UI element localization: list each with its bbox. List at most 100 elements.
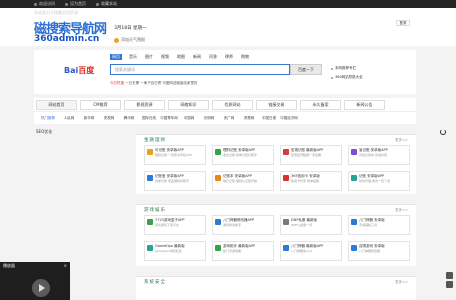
login-button[interactable]: 登录 — [396, 20, 410, 26]
sub-link[interactable]: 中国青年网 — [159, 116, 179, 121]
sub-link[interactable]: 腾讯网 — [119, 116, 139, 121]
app-icon — [283, 175, 289, 181]
sub-link[interactable]: 求是网 — [239, 116, 259, 121]
search-button[interactable]: 百度一下 — [290, 64, 322, 75]
app-card[interactable]: 7723游戏盒子APP 手机游戏下载平台 — [144, 215, 206, 235]
nav-item-home[interactable]: 网站首页 — [36, 99, 77, 110]
app-card[interactable]: 八门神器修改器APP 游戏修改助手 — [212, 215, 274, 235]
app-card[interactable]: GameKipo 最新版 gamekipo游戏社区 — [144, 241, 206, 261]
power-icon[interactable] — [440, 129, 446, 135]
app-icon — [215, 219, 221, 225]
app-icon — [351, 245, 357, 251]
app-card[interactable]: 可记账 安卓版APP 理财记账,一款安卓手机APP — [144, 145, 206, 165]
sub-link[interactable]: 新华网 — [79, 116, 99, 121]
back-to-top-icon[interactable] — [446, 272, 453, 279]
app-card[interactable]: 365信用卡 安卓版 信用卡管家 账单提醒 — [280, 171, 342, 191]
app-icon — [147, 175, 153, 181]
app-card[interactable]: 省记账 安卓版APP 省钱记账本,简洁好用 — [348, 145, 410, 165]
main-nav: 网站首页 CM推荐 影视资源 网络知识 优质网站 链接交易 永久备案 新闻公告 … — [34, 98, 416, 124]
tab-news[interactable]: 新闻 — [192, 54, 202, 60]
sub-link[interactable]: 中国经济网 — [279, 116, 299, 121]
nav-item-knowledge[interactable]: 网络知识 — [168, 99, 209, 110]
nav-item-cm[interactable]: CM推荐 — [80, 99, 121, 110]
section-0: 金融理财 更多>> 可记账 安卓版APP 理财记账,一款安卓手机APP 理财记账 安卓版… — [136, 134, 416, 194]
app-card[interactable]: DNF私服 最新版 DNF公益服一览 — [280, 215, 342, 235]
sub-link[interactable]: 光明网 — [199, 116, 219, 121]
section-title: 金融理财 — [144, 138, 166, 143]
sub-link[interactable]: 中国日报 — [259, 116, 279, 121]
share-icon[interactable] — [446, 281, 453, 288]
favorite-link[interactable]: 收藏本站 — [96, 1, 117, 7]
sub-link[interactable]: 央广网 — [219, 116, 239, 121]
app-card[interactable]: 八门神器 最新版APP 八门神器免root — [280, 241, 342, 261]
hot-searches: 今日热搜 一日夫妻 一辈子百日恩 可爱网站链接给家里的 — [110, 81, 197, 86]
app-card[interactable]: 记账宝 安卓版APP 简单记账 家庭理财好帮手 — [144, 171, 206, 191]
app-desc: 理财记账,一款安卓手机APP — [155, 153, 192, 157]
tab-shopping[interactable]: 购物 — [240, 54, 250, 60]
section-2: 系统安全 更多>> — [136, 276, 416, 300]
close-icon[interactable]: × — [64, 262, 67, 270]
app-card[interactable]: 记账本 安卓版APP 每日记账,理财从记账开始 — [212, 171, 274, 191]
app-icon — [283, 219, 289, 225]
nav-item-news[interactable]: 新闻公告 — [344, 99, 385, 110]
app-icon — [351, 175, 357, 181]
media-player: 播放器 × — [0, 262, 70, 300]
app-icon — [283, 245, 289, 251]
search-tabs: 网页 音乐 图片 视频 地图 新闻 问答 律师 购物 — [110, 54, 250, 60]
card-grid: 可记账 安卓版APP 理财记账,一款安卓手机APP 理财记账 安卓版APP 收支记账,… — [136, 145, 416, 191]
side-link[interactable]: 本网推荐专栏 — [331, 64, 363, 73]
app-card[interactable]: 记账 安卓版APP 财务管理,收支一目了然 — [348, 171, 410, 191]
tab-web[interactable]: 网页 — [110, 54, 122, 60]
play-button[interactable] — [32, 279, 50, 297]
baidu-logo: Bai百度 — [64, 65, 94, 76]
bullet-icon — [331, 76, 333, 79]
weather-label: 添加天气预报 — [121, 37, 145, 42]
sun-icon — [114, 37, 119, 43]
app-card[interactable]: 八门神器 安卓版 手游辅助工具 — [348, 215, 410, 235]
section-header: 游戏娱乐 更多>> — [136, 205, 416, 215]
more-link[interactable]: 更多>> — [395, 138, 408, 143]
app-icon — [351, 219, 357, 225]
float-tools — [446, 272, 454, 290]
app-card[interactable]: 宏观记账 最新版APP 宏观经济数据一手掌握 — [280, 145, 342, 165]
sub-link[interactable]: 央视网 — [99, 116, 119, 121]
app-desc: 收支记账,简单记账好帮手 — [223, 153, 257, 157]
set-home-link[interactable]: 设为首页 — [65, 1, 86, 7]
tab-map[interactable]: 地图 — [176, 54, 186, 60]
tab-images[interactable]: 图片 — [144, 54, 154, 60]
app-desc: 信用卡管家 账单提醒 — [291, 179, 319, 183]
side-link[interactable]: 360网站导航大全 — [331, 73, 363, 82]
weather-widget[interactable]: 添加天气预报 — [114, 37, 145, 43]
seo-label[interactable]: SEO优化 — [36, 129, 52, 135]
nav-item-links[interactable]: 链接交易 — [256, 99, 297, 110]
sub-link[interactable]: 热门推荐 — [37, 116, 59, 121]
tab-video[interactable]: 视频 — [160, 54, 170, 60]
section-1: 游戏娱乐 更多>> 7723游戏盒子APP 手机游戏下载平台 八门神器修改器APP 游戏修… — [136, 204, 416, 266]
app-card[interactable]: 百啸游戏 安卓版 八门神器修改器 — [348, 241, 410, 261]
logo-text-line2: 360admin.cn — [34, 34, 100, 44]
side-link-label: 本网推荐专栏 — [335, 66, 356, 70]
more-link[interactable]: 更多>> — [395, 208, 408, 213]
sub-link[interactable]: 国际在线 — [139, 116, 159, 121]
tab-lawyer[interactable]: 律师 — [224, 54, 234, 60]
sub-link[interactable]: 人民网 — [59, 116, 79, 121]
more-link[interactable]: 更多>> — [395, 280, 408, 285]
welcome-label: 欢迎访问 — [39, 1, 55, 6]
house-icon — [65, 2, 68, 6]
tab-qa[interactable]: 问答 — [208, 54, 218, 60]
app-card[interactable]: 理财记账 安卓版APP 收支记账,简单记账好帮手 — [212, 145, 274, 165]
app-desc: 简单记账 家庭理财好帮手 — [155, 179, 189, 183]
nav-item-icp[interactable]: 永久备案 — [300, 99, 341, 110]
tab-music[interactable]: 音乐 — [128, 54, 138, 60]
nav-secondary: 热门推荐 人民网 新华网 央视网 腾讯网 国际在线 中国青年网 中国网 光明网 … — [34, 112, 416, 124]
nav-item-sites[interactable]: 优质网站 — [212, 99, 253, 110]
nav-item-video[interactable]: 影视资源 — [124, 99, 165, 110]
hot-text[interactable]: 一日夫妻 一辈子百日恩 可爱网站链接给家里的 — [125, 81, 197, 85]
app-card[interactable]: 游戏助手 最新版APP 热门手游攻略 — [212, 241, 274, 261]
sub-link[interactable]: 中国网 — [179, 116, 199, 121]
welcome-link[interactable]: 欢迎访问 — [34, 1, 55, 7]
site-logo[interactable]: 磁搜索导航网 360admin.cn — [34, 18, 107, 52]
card-grid: 7723游戏盒子APP 手机游戏下载平台 八门神器修改器APP 游戏修改助手 DNF私服… — [136, 215, 416, 261]
search-input[interactable]: 搜索关键词 — [110, 64, 290, 75]
set-home-label: 设为首页 — [70, 1, 86, 6]
